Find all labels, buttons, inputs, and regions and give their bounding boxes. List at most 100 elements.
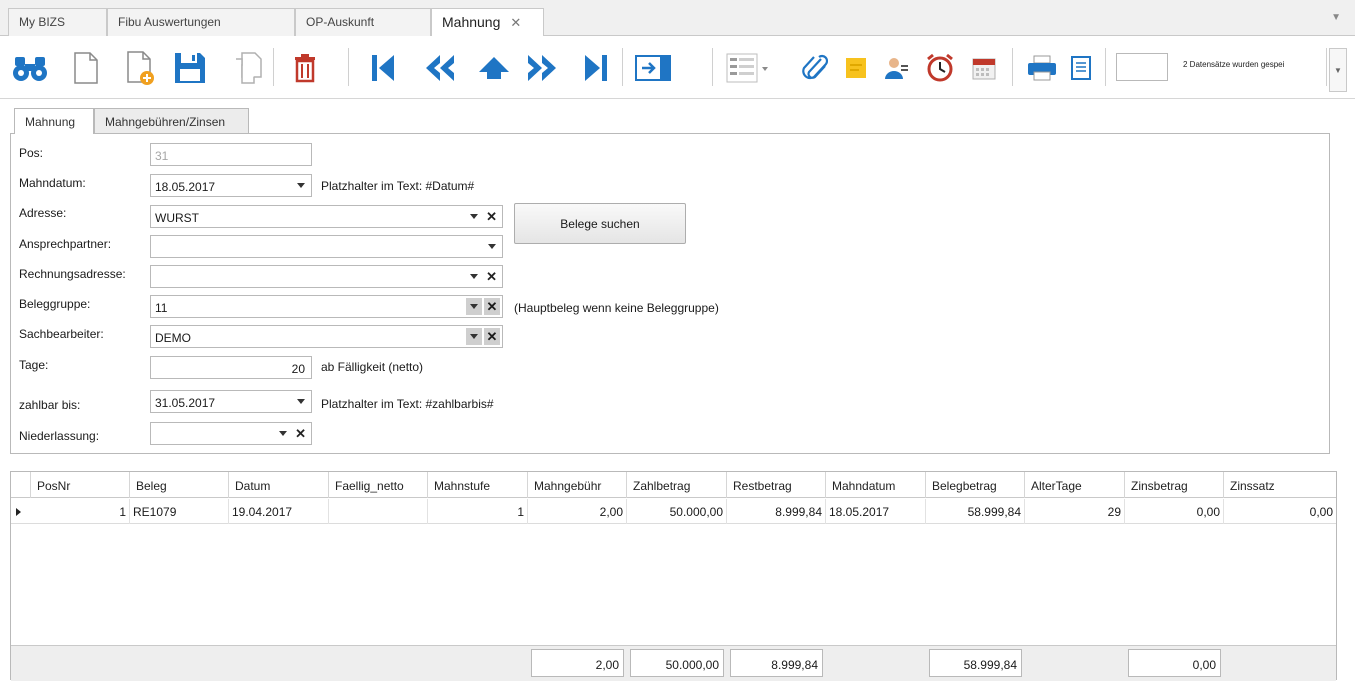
cell-datum[interactable]: 19.04.2017 bbox=[229, 499, 329, 524]
column-header[interactable]: Beleg bbox=[130, 472, 229, 498]
dropdown-arrow-icon[interactable] bbox=[466, 328, 482, 345]
goto-icon[interactable] bbox=[634, 48, 674, 88]
cell-beleg[interactable]: RE1079 bbox=[130, 499, 229, 524]
dropdown-arrow-icon[interactable] bbox=[470, 274, 478, 279]
column-header[interactable]: Zinsbetrag bbox=[1125, 472, 1224, 498]
toolbar-separator bbox=[622, 48, 623, 86]
attachment-icon[interactable] bbox=[794, 48, 834, 88]
previous-record-icon[interactable] bbox=[420, 48, 460, 88]
dropdown-arrow-icon[interactable] bbox=[297, 399, 305, 404]
column-header[interactable]: Mahnstufe bbox=[428, 472, 528, 498]
new-document-icon[interactable] bbox=[66, 48, 106, 88]
calendar-icon[interactable] bbox=[964, 48, 1004, 88]
cell-zinssatz[interactable]: 0,00 bbox=[1224, 499, 1336, 524]
tab-mahnung-form[interactable]: Mahnung bbox=[14, 108, 94, 134]
sachbearbeiter-value: DEMO bbox=[155, 331, 191, 345]
adresse-combobox[interactable]: WURST ✕ bbox=[150, 205, 503, 228]
note-icon[interactable] bbox=[836, 48, 876, 88]
column-header[interactable]: AlterTage bbox=[1025, 472, 1125, 498]
tab-mahnung[interactable]: Mahnung ✕ bbox=[431, 8, 544, 37]
toolbar: 2 Datensätze wurden gespei ▼ bbox=[0, 36, 1355, 99]
delete-icon[interactable] bbox=[285, 48, 325, 88]
print-icon[interactable] bbox=[1022, 48, 1062, 88]
column-header[interactable]: Faellig_netto bbox=[329, 472, 428, 498]
ansprechpartner-label: Ansprechpartner: bbox=[19, 237, 112, 251]
cell-zinsbetrag[interactable]: 0,00 bbox=[1125, 499, 1224, 524]
copy-icon[interactable] bbox=[228, 48, 268, 88]
beleggruppe-combobox[interactable]: 11 ✕ bbox=[150, 295, 503, 318]
next-record-icon[interactable] bbox=[522, 48, 562, 88]
report-icon[interactable] bbox=[1061, 48, 1101, 88]
ansprechpartner-combobox[interactable] bbox=[150, 235, 503, 258]
toolbar-separator bbox=[348, 48, 349, 86]
toolbar-overflow-chevron-icon[interactable]: ▼ bbox=[1329, 48, 1347, 92]
rechnungsadresse-combobox[interactable]: ✕ bbox=[150, 265, 503, 288]
table-row[interactable]: 1 RE1079 19.04.2017 1 2,00 50.000,00 8.9… bbox=[11, 499, 1336, 524]
tab-my-bizs[interactable]: My BIZS bbox=[8, 8, 107, 36]
tab-mahngebuehren-zinsen[interactable]: Mahngebühren/Zinsen bbox=[94, 108, 249, 133]
new-from-template-icon[interactable] bbox=[121, 48, 161, 88]
cell-restbetrag[interactable]: 8.999,84 bbox=[727, 499, 826, 524]
cell-faellig-netto[interactable] bbox=[329, 499, 428, 524]
clear-icon[interactable]: ✕ bbox=[484, 298, 500, 315]
rechnungsadresse-label: Rechnungsadresse: bbox=[19, 267, 126, 281]
first-record-icon[interactable] bbox=[362, 48, 402, 88]
column-header[interactable]: Zahlbetrag bbox=[627, 472, 727, 498]
tab-overflow-chevron-icon[interactable]: ▼ bbox=[1331, 12, 1341, 23]
mahnung-form-panel: Pos: 31 Mahndatum: 18.05.2017 Platzhalte… bbox=[10, 133, 1330, 454]
last-record-icon[interactable] bbox=[577, 48, 617, 88]
tage-label: Tage: bbox=[19, 358, 49, 372]
belege-suchen-button[interactable]: Belege suchen bbox=[514, 203, 686, 244]
current-row-indicator-icon bbox=[16, 508, 21, 516]
record-number-input[interactable] bbox=[1116, 53, 1168, 81]
sachbearbeiter-label: Sachbearbeiter: bbox=[19, 327, 104, 341]
column-header[interactable]: Mahngebühr bbox=[528, 472, 627, 498]
pos-label: Pos: bbox=[19, 146, 44, 160]
dropdown-arrow-icon[interactable] bbox=[279, 431, 287, 436]
clear-icon[interactable]: ✕ bbox=[486, 269, 497, 285]
tab-op-auskunft[interactable]: OP-Auskunft bbox=[295, 8, 431, 36]
cell-posnr[interactable]: 1 bbox=[31, 499, 130, 524]
beleggruppe-label: Beleggruppe: bbox=[19, 297, 91, 311]
dropdown-arrow-icon[interactable] bbox=[466, 298, 482, 315]
dropdown-arrow-icon[interactable] bbox=[470, 214, 478, 219]
cell-altertage[interactable]: 29 bbox=[1025, 499, 1125, 524]
document-tab-strip: My BIZS Fibu Auswertungen OP-Auskunft Ma… bbox=[0, 0, 1355, 37]
contact-icon[interactable] bbox=[876, 48, 916, 88]
dropdown-arrow-icon[interactable] bbox=[297, 183, 305, 188]
mahnung-positions-grid: PosNr Beleg Datum Faellig_netto Mahnstuf… bbox=[10, 471, 1337, 681]
clear-icon[interactable]: ✕ bbox=[486, 209, 497, 225]
grid-header: PosNr Beleg Datum Faellig_netto Mahnstuf… bbox=[11, 472, 1336, 498]
column-header[interactable]: Mahndatum bbox=[826, 472, 926, 498]
list-view-icon[interactable] bbox=[724, 48, 772, 88]
sachbearbeiter-combobox[interactable]: DEMO ✕ bbox=[150, 325, 503, 348]
cell-belegbetrag[interactable]: 58.999,84 bbox=[926, 499, 1025, 524]
niederlassung-combobox[interactable]: ✕ bbox=[150, 422, 312, 445]
form-tab-label: Mahnung bbox=[25, 115, 76, 129]
clear-icon[interactable]: ✕ bbox=[484, 328, 500, 345]
binoculars-icon[interactable] bbox=[10, 48, 50, 88]
mahndatum-date-picker[interactable]: 18.05.2017 bbox=[150, 174, 312, 197]
column-header[interactable]: Belegbetrag bbox=[926, 472, 1025, 498]
column-header[interactable]: Restbetrag bbox=[727, 472, 826, 498]
save-icon[interactable] bbox=[170, 48, 210, 88]
cell-mahnstufe[interactable]: 1 bbox=[428, 499, 528, 524]
up-icon[interactable] bbox=[474, 48, 514, 88]
total-belegbetrag: 58.999,84 bbox=[929, 649, 1022, 677]
cell-mahngebuehr[interactable]: 2,00 bbox=[528, 499, 627, 524]
column-header[interactable]: Zinssatz bbox=[1224, 472, 1336, 498]
cell-mahndatum[interactable]: 18.05.2017 bbox=[826, 499, 926, 524]
close-tab-icon[interactable]: ✕ bbox=[510, 15, 521, 30]
tab-fibu-auswertungen[interactable]: Fibu Auswertungen bbox=[107, 8, 295, 36]
clear-icon[interactable]: ✕ bbox=[295, 426, 306, 442]
cell-zahlbetrag[interactable]: 50.000,00 bbox=[627, 499, 727, 524]
tab-label: OP-Auskunft bbox=[306, 15, 375, 29]
column-header[interactable]: PosNr bbox=[31, 472, 130, 498]
zahlbar-bis-date-picker[interactable]: 31.05.2017 bbox=[150, 390, 312, 413]
zahlbar-bis-label: zahlbar bis: bbox=[19, 398, 81, 412]
dropdown-arrow-icon[interactable] bbox=[488, 244, 496, 249]
toolbar-separator bbox=[273, 48, 274, 86]
tage-input[interactable]: 20 bbox=[150, 356, 312, 379]
alarm-icon[interactable] bbox=[920, 48, 960, 88]
column-header[interactable]: Datum bbox=[229, 472, 329, 498]
